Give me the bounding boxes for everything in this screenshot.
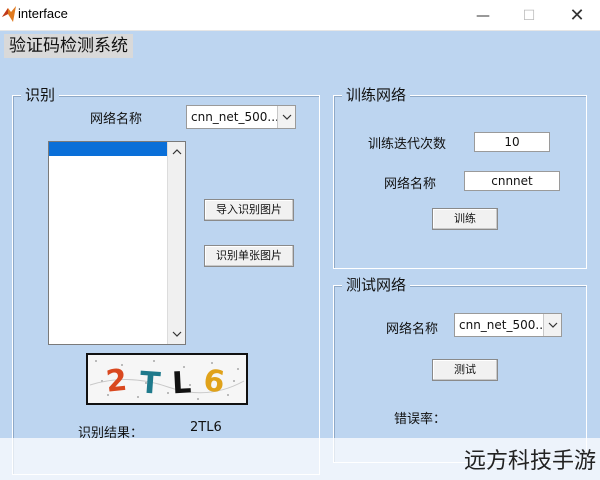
recognize-panel-title: 识别 xyxy=(21,85,60,105)
train-iterations-input[interactable]: 10 xyxy=(474,132,550,152)
captcha-char-3: L xyxy=(171,365,192,401)
import-image-button[interactable]: 导入识别图片 xyxy=(204,199,294,221)
captcha-char-2: T xyxy=(139,365,162,401)
recognize-network-label: 网络名称 xyxy=(90,112,143,127)
app-heading: 验证码检测系统 xyxy=(4,34,133,58)
chevron-down-icon xyxy=(277,106,295,128)
captcha-char-4: 6 xyxy=(201,363,227,401)
recognize-network-dropdown[interactable]: cnn_net_500.... xyxy=(186,105,296,129)
image-listbox[interactable] xyxy=(48,141,186,345)
scroll-down-icon[interactable] xyxy=(168,326,185,342)
close-button[interactable]: ✕ xyxy=(554,0,600,31)
list-item-selected[interactable] xyxy=(49,142,167,156)
watermark-overlay: 远方科技手游 xyxy=(0,438,600,480)
test-network-label: 网络名称 xyxy=(386,322,439,337)
train-network-label: 网络名称 xyxy=(384,177,437,192)
matlab-icon xyxy=(2,6,16,22)
test-network-value: cnn_net_500.... xyxy=(459,318,551,332)
train-button[interactable]: 训练 xyxy=(432,208,498,230)
train-network-input[interactable]: cnnnet xyxy=(464,171,560,191)
recognize-single-button[interactable]: 识别单张图片 xyxy=(204,245,294,267)
captcha-char-1: 2 xyxy=(104,363,128,400)
app-client-area: 验证码检测系统 识别 网络名称 cnn_net_500.... 导入识别图片 识… xyxy=(0,31,600,480)
test-button[interactable]: 测试 xyxy=(432,359,498,381)
train-panel-title: 训练网络 xyxy=(342,85,411,105)
test-network-dropdown[interactable]: cnn_net_500.... xyxy=(454,313,562,337)
maximize-button[interactable]: ☐ xyxy=(506,0,552,31)
test-panel-title: 测试网络 xyxy=(342,275,411,295)
error-rate-label: 错误率： xyxy=(394,412,447,427)
window-title: interface xyxy=(18,6,68,21)
result-value: 2TL6 xyxy=(190,420,222,435)
train-iterations-label: 训练迭代次数 xyxy=(368,137,447,152)
recognize-network-value: cnn_net_500.... xyxy=(191,110,283,124)
window-titlebar: interface — ☐ ✕ xyxy=(0,0,600,31)
captcha-image: 2 T L 6 xyxy=(86,353,248,405)
chevron-down-icon xyxy=(543,314,561,336)
minimize-button[interactable]: — xyxy=(460,0,506,31)
listbox-scrollbar[interactable] xyxy=(167,142,185,344)
scroll-up-icon[interactable] xyxy=(168,144,185,160)
watermark-text: 远方科技手游 xyxy=(463,449,596,474)
captcha-noise: 2 T L 6 xyxy=(89,360,245,402)
